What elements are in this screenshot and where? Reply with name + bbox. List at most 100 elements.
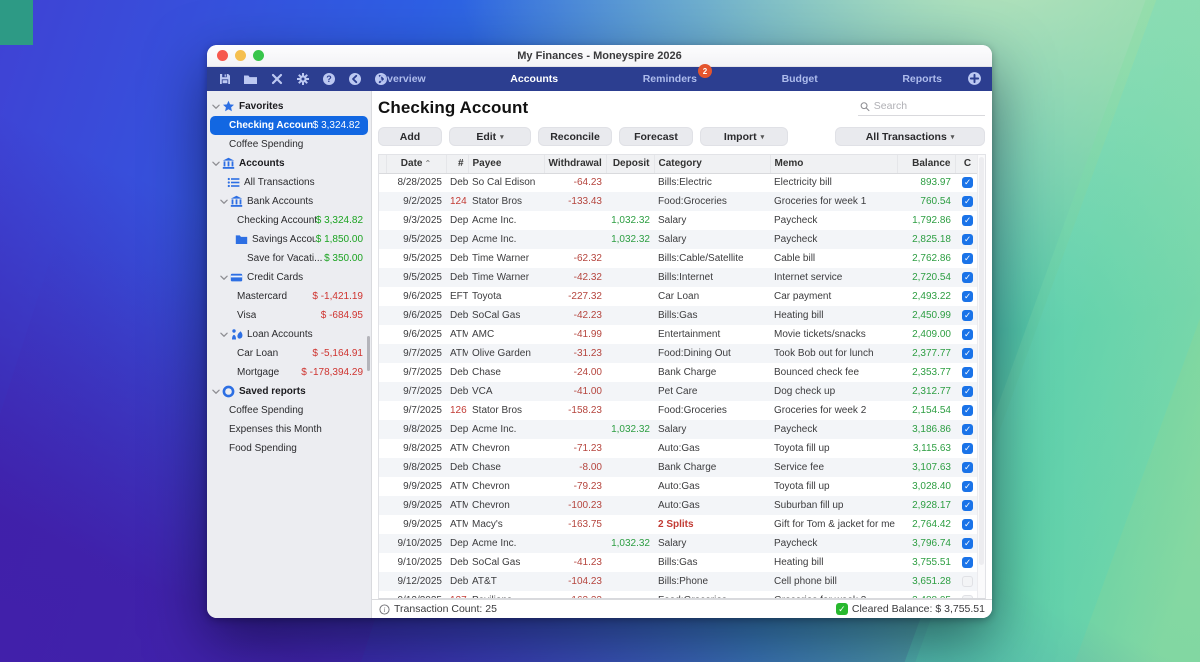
column-header-payee[interactable]: Payee	[468, 155, 544, 173]
sidebar-item-savings-account[interactable]: Savings Account$ 1,850.00	[207, 230, 371, 249]
sidebar-item-visa[interactable]: Visa$ -684.95	[207, 306, 371, 325]
transaction-row[interactable]: 9/9/2025ATMChevron-79.23Auto:GasToyota f…	[379, 477, 980, 496]
transaction-row[interactable]: 9/6/2025EFTToyota-227.32Car LoanCar paym…	[379, 287, 980, 306]
settings-gear-icon[interactable]	[295, 72, 310, 87]
sidebar-item-expenses-this-month[interactable]: Expenses this Month	[207, 420, 371, 439]
sidebar-item-mortgage[interactable]: Mortgage$ -178,394.29	[207, 363, 371, 382]
nav-tab-overview[interactable]: Overview	[375, 71, 430, 87]
sidebar-item-all-transactions[interactable]: All Transactions	[207, 173, 371, 192]
transaction-row[interactable]: 9/5/2025DepositAcme Inc.1,032.32SalaryPa…	[379, 230, 980, 249]
import-button[interactable]: Import▾	[700, 127, 788, 146]
sidebar-item-coffee-spending[interactable]: Coffee Spending	[207, 401, 371, 420]
cleared-checkbox-checked[interactable]: ✓	[962, 348, 973, 359]
cleared-checkbox-unchecked[interactable]	[962, 576, 973, 587]
cleared-checkbox-checked[interactable]: ✓	[962, 177, 973, 188]
plus-circle-icon[interactable]	[967, 71, 982, 86]
column-header-deposit[interactable]: Deposit	[606, 155, 654, 173]
search-field[interactable]	[858, 98, 985, 116]
sidebar-item-credit-cards[interactable]: Credit Cards	[207, 268, 371, 287]
transaction-row[interactable]: 9/12/2025127Pavilions-163.23Food:Groceri…	[379, 591, 980, 599]
column-header-withdrawal[interactable]: Withdrawal	[544, 155, 606, 173]
table-scrollbar[interactable]	[977, 155, 985, 598]
table-scrollbar-thumb[interactable]	[979, 157, 984, 565]
transaction-row[interactable]: 9/7/2025ATMOlive Garden-31.23Food:Dining…	[379, 344, 980, 363]
sidebar-item-car-loan[interactable]: Car Loan$ -5,164.91	[207, 344, 371, 363]
transactions-filter-button[interactable]: All Transactions▾	[835, 127, 985, 146]
transaction-row[interactable]: 9/9/2025ATMMacy's-163.752 SplitsGift for…	[379, 515, 980, 534]
transaction-row[interactable]: 9/8/2025ATMChevron-71.23Auto:GasToyota f…	[379, 439, 980, 458]
cleared-checkbox-checked[interactable]: ✓	[962, 538, 973, 549]
column-header-status[interactable]	[379, 155, 386, 173]
transaction-row[interactable]: 9/7/2025DebitChase-24.00Bank ChargeBounc…	[379, 363, 980, 382]
edit-button[interactable]: Edit▾	[449, 127, 531, 146]
column-header-memo[interactable]: Memo	[770, 155, 897, 173]
table-header-row[interactable]: Date⌃#PayeeWithdrawalDepositCategoryMemo…	[379, 155, 980, 173]
cleared-checkbox-checked[interactable]: ✓	[962, 367, 973, 378]
cleared-checkbox-checked[interactable]: ✓	[962, 215, 973, 226]
sidebar-item-saved-reports[interactable]: Saved reports	[207, 382, 371, 401]
save-icon[interactable]	[217, 72, 232, 87]
nav-tab-accounts[interactable]: Accounts	[506, 71, 562, 87]
cleared-checkbox-checked[interactable]: ✓	[962, 443, 973, 454]
transaction-row[interactable]: 9/10/2025DebitSoCal Gas-41.23Bills:GasHe…	[379, 553, 980, 572]
transaction-row[interactable]: 9/9/2025ATMChevron-100.23Auto:GasSuburba…	[379, 496, 980, 515]
forecast-button[interactable]: Forecast	[619, 127, 693, 146]
transaction-row[interactable]: 9/2/2025124Stator Bros-133.43Food:Grocer…	[379, 192, 980, 211]
transaction-row[interactable]: 9/10/2025DepositAcme Inc.1,032.32SalaryP…	[379, 534, 980, 553]
transaction-row[interactable]: 9/5/2025DebitTime Warner-62.32Bills:Cabl…	[379, 249, 980, 268]
sidebar-item-save-for-vacati[interactable]: Save for Vacati...$ 350.00	[207, 249, 371, 268]
tools-icon[interactable]	[269, 72, 284, 87]
column-header-category[interactable]: Category	[654, 155, 770, 173]
sidebar-item-accounts[interactable]: Accounts	[207, 154, 371, 173]
column-header-balance[interactable]: Balance	[897, 155, 955, 173]
reconcile-button[interactable]: Reconcile	[538, 127, 612, 146]
cleared-checkbox-checked[interactable]: ✓	[962, 519, 973, 530]
cleared-checkbox-checked[interactable]: ✓	[962, 424, 973, 435]
sidebar-item-favorites[interactable]: Favorites	[207, 97, 371, 116]
transaction-row[interactable]: 9/12/2025DebitAT&T-104.23Bills:PhoneCell…	[379, 572, 980, 591]
cleared-checkbox-unchecked[interactable]	[962, 595, 973, 599]
cleared-checkbox-checked[interactable]: ✓	[962, 291, 973, 302]
open-folder-icon[interactable]	[243, 72, 258, 87]
cleared-checkbox-checked[interactable]: ✓	[962, 386, 973, 397]
cleared-checkbox-checked[interactable]: ✓	[962, 481, 973, 492]
transaction-row[interactable]: 8/28/2025DebitSo Cal Edison-64.23Bills:E…	[379, 173, 980, 192]
transaction-row[interactable]: 9/8/2025DebitChase-8.00Bank ChargeServic…	[379, 458, 980, 477]
sidebar-item-mastercard[interactable]: Mastercard$ -1,421.19	[207, 287, 371, 306]
sidebar-item-food-spending[interactable]: Food Spending	[207, 439, 371, 458]
category-cell: Salary	[654, 230, 770, 249]
sidebar-item-checking-account[interactable]: Checking Account$ 3,324.82	[207, 211, 371, 230]
help-icon[interactable]: ?	[321, 72, 336, 87]
nav-tab-budget[interactable]: Budget	[778, 71, 822, 87]
column-header-date[interactable]: Date⌃	[386, 155, 446, 173]
add-button[interactable]: Add	[378, 127, 442, 146]
search-input[interactable]	[874, 100, 983, 112]
sidebar-item-checking-account[interactable]: Checking Account$ 3,324.82	[210, 116, 368, 135]
sidebar-item-bank-accounts[interactable]: Bank Accounts	[207, 192, 371, 211]
transaction-row[interactable]: 9/7/2025DebitVCA-41.00Pet CareDog check …	[379, 382, 980, 401]
column-header-[interactable]: #	[446, 155, 468, 173]
sidebar-scrollbar-thumb[interactable]	[367, 336, 370, 371]
cleared-checkbox-checked[interactable]: ✓	[962, 310, 973, 321]
sidebar-item-coffee-spending[interactable]: Coffee Spending	[207, 135, 371, 154]
cleared-checkbox-checked[interactable]: ✓	[962, 196, 973, 207]
transaction-row[interactable]: 9/8/2025DepositAcme Inc.1,032.32SalaryPa…	[379, 420, 980, 439]
transaction-row[interactable]: 9/5/2025DebitTime Warner-42.32Bills:Inte…	[379, 268, 980, 287]
nav-tab-reports[interactable]: Reports	[898, 71, 946, 87]
balance-cell: 2,312.77	[897, 382, 955, 401]
cleared-checkbox-checked[interactable]: ✓	[962, 405, 973, 416]
sidebar-item-loan-accounts[interactable]: Loan Accounts	[207, 325, 371, 344]
cleared-checkbox-checked[interactable]: ✓	[962, 272, 973, 283]
transaction-row[interactable]: 9/6/2025ATMAMC-41.99EntertainmentMovie t…	[379, 325, 980, 344]
cleared-checkbox-checked[interactable]: ✓	[962, 234, 973, 245]
back-icon[interactable]	[347, 72, 362, 87]
nav-tab-reminders[interactable]: Reminders2	[639, 71, 701, 87]
transaction-row[interactable]: 9/7/2025126Stator Bros-158.23Food:Grocer…	[379, 401, 980, 420]
cleared-checkbox-checked[interactable]: ✓	[962, 462, 973, 473]
transaction-row[interactable]: 9/6/2025DebitSoCal Gas-42.23Bills:GasHea…	[379, 306, 980, 325]
cleared-checkbox-checked[interactable]: ✓	[962, 329, 973, 340]
cleared-checkbox-checked[interactable]: ✓	[962, 557, 973, 568]
cleared-checkbox-checked[interactable]: ✓	[962, 253, 973, 264]
transaction-row[interactable]: 9/3/2025DepositAcme Inc.1,032.32SalaryPa…	[379, 211, 980, 230]
cleared-checkbox-checked[interactable]: ✓	[962, 500, 973, 511]
